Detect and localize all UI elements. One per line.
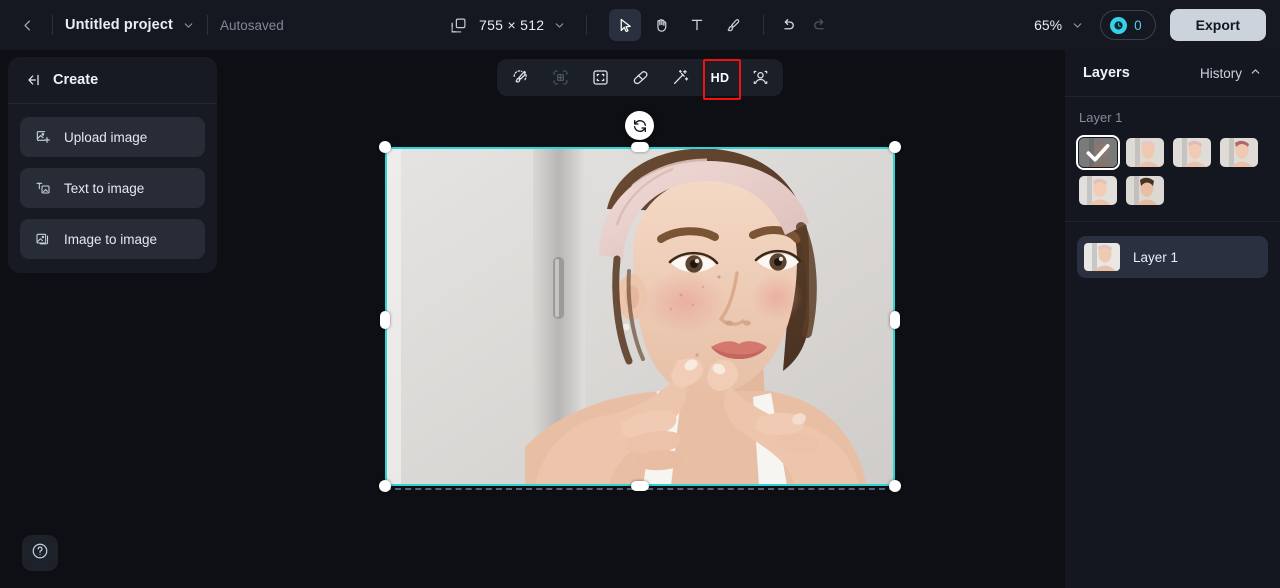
text-tool[interactable]	[681, 9, 713, 41]
resize-handle-bottom[interactable]	[631, 481, 649, 491]
layers-tab[interactable]: Layers	[1083, 65, 1130, 81]
text-to-image-button[interactable]: Text to image	[20, 168, 205, 208]
resize-handle-left[interactable]	[380, 311, 390, 329]
layer-thumbnail	[1084, 243, 1120, 271]
layers-panel-header: Layers History	[1065, 50, 1280, 97]
resize-handle-top[interactable]	[631, 142, 649, 152]
image-to-image-button[interactable]: Image to image	[20, 219, 205, 259]
history-section: Layer 1	[1065, 97, 1280, 222]
back-icon[interactable]	[14, 12, 40, 38]
resize-handle-top-left[interactable]	[379, 141, 391, 153]
magic-enhance-tool[interactable]	[665, 64, 695, 92]
history-thumb-3[interactable]	[1173, 138, 1211, 167]
hand-tool[interactable]	[645, 9, 677, 41]
resize-handle-right[interactable]	[890, 311, 900, 329]
topbar-right-group: 65% 0 Export	[1034, 0, 1280, 50]
expand-image-tool[interactable]	[585, 64, 615, 92]
chevron-down-icon[interactable]	[553, 19, 566, 32]
text-to-image-label: Text to image	[64, 181, 144, 196]
divider	[763, 15, 764, 35]
create-panel-header: Create	[8, 57, 217, 104]
history-tab[interactable]: History	[1200, 65, 1262, 81]
layer-name: Layer 1	[1133, 250, 1178, 265]
image-to-image-label: Image to image	[64, 232, 157, 247]
tool-group	[609, 9, 749, 41]
topbar-center-group: 755 × 512	[450, 0, 836, 50]
credits-badge[interactable]: 0	[1100, 10, 1156, 40]
undo-icon[interactable]	[772, 9, 804, 41]
export-button[interactable]: Export	[1170, 9, 1266, 41]
resize-handle-top-right[interactable]	[889, 141, 901, 153]
layer-row[interactable]: Layer 1	[1077, 236, 1268, 278]
upload-image-icon	[35, 129, 51, 145]
credit-coin-icon	[1110, 17, 1127, 34]
retouch-brush-tool[interactable]	[505, 64, 535, 92]
history-thumbnail-grid	[1079, 138, 1266, 205]
resize-handle-bottom-right[interactable]	[889, 480, 901, 492]
top-bar: Untitled project Autosaved 755 × 512	[0, 0, 1280, 50]
resize-canvas-icon[interactable]	[450, 17, 467, 34]
redo-icon[interactable]	[804, 9, 836, 41]
create-panel-body: Upload image Text to image Image to imag…	[8, 104, 217, 273]
topbar-left-group: Untitled project Autosaved	[0, 0, 284, 50]
chevron-down-icon[interactable]	[1071, 19, 1084, 32]
history-thumb-5[interactable]	[1079, 176, 1117, 205]
woman-photo-illustration	[385, 147, 895, 486]
create-panel-title: Create	[53, 72, 98, 88]
history-thumb-4[interactable]	[1220, 138, 1258, 167]
chevron-up-icon	[1249, 65, 1262, 81]
text-to-image-icon	[35, 180, 51, 196]
canvas-size-value[interactable]: 755 × 512	[479, 17, 544, 33]
divider	[52, 15, 53, 35]
select-tool[interactable]	[609, 9, 641, 41]
create-panel: Create Upload image Text to image	[8, 57, 217, 273]
project-name[interactable]: Untitled project	[65, 17, 173, 33]
autosaved-status: Autosaved	[220, 18, 284, 33]
divider	[207, 15, 208, 35]
history-thumb-6[interactable]	[1126, 176, 1164, 205]
divider	[586, 15, 587, 35]
collapse-panel-icon[interactable]	[26, 72, 42, 88]
help-circle-icon	[31, 542, 49, 565]
eraser-tool[interactable]	[625, 64, 655, 92]
upload-image-label: Upload image	[64, 130, 147, 145]
resize-handle-bottom-left[interactable]	[379, 480, 391, 492]
history-label: History	[1200, 66, 1242, 81]
history-thumb-2[interactable]	[1126, 138, 1164, 167]
canvas-selection[interactable]	[385, 147, 895, 486]
credits-count: 0	[1134, 18, 1142, 33]
history-group-label: Layer 1	[1079, 110, 1266, 125]
face-retouch-tool[interactable]	[745, 64, 775, 92]
zoom-level[interactable]: 65%	[1034, 17, 1062, 33]
help-button[interactable]	[22, 535, 58, 571]
chevron-down-icon[interactable]	[182, 19, 195, 32]
layers-list: Layer 1	[1065, 222, 1280, 292]
check-icon	[1079, 138, 1117, 167]
object-select-tool[interactable]	[545, 64, 575, 92]
image-tools-toolbar: HD	[497, 59, 783, 96]
canvas-image[interactable]	[385, 147, 895, 486]
brush-tool[interactable]	[717, 9, 749, 41]
hd-upscale-tool[interactable]: HD	[705, 64, 735, 92]
history-thumb-1[interactable]	[1079, 138, 1117, 167]
upload-image-button[interactable]: Upload image	[20, 117, 205, 157]
layers-panel: Layers History Layer 1	[1065, 50, 1280, 588]
image-to-image-icon	[35, 231, 51, 247]
rotate-handle[interactable]	[625, 111, 654, 140]
